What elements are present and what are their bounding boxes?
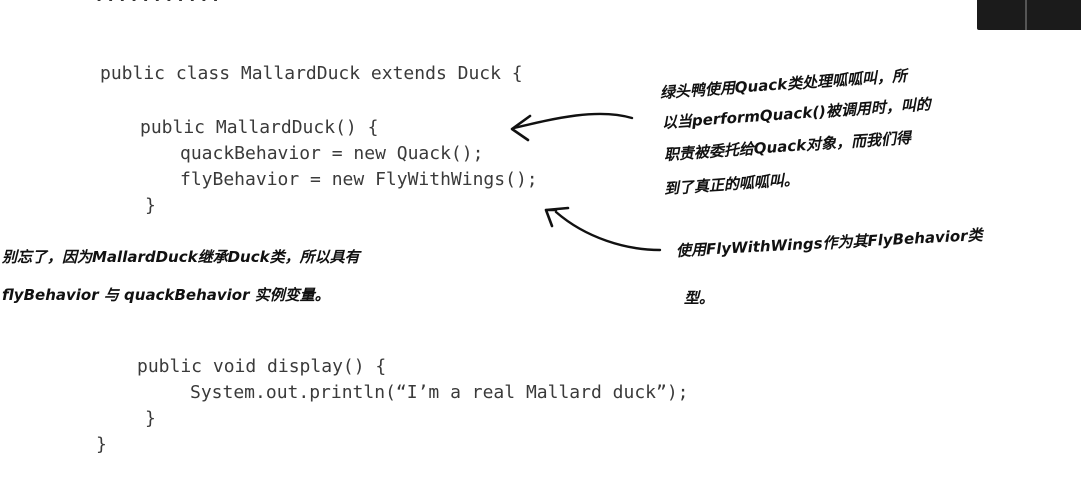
page: · · · · · · · · · · · public class Malla… xyxy=(0,0,1081,485)
arrow-to-fly-behavior xyxy=(544,206,662,252)
arrow-to-constructor xyxy=(510,112,634,142)
arrows-layer xyxy=(510,112,662,252)
